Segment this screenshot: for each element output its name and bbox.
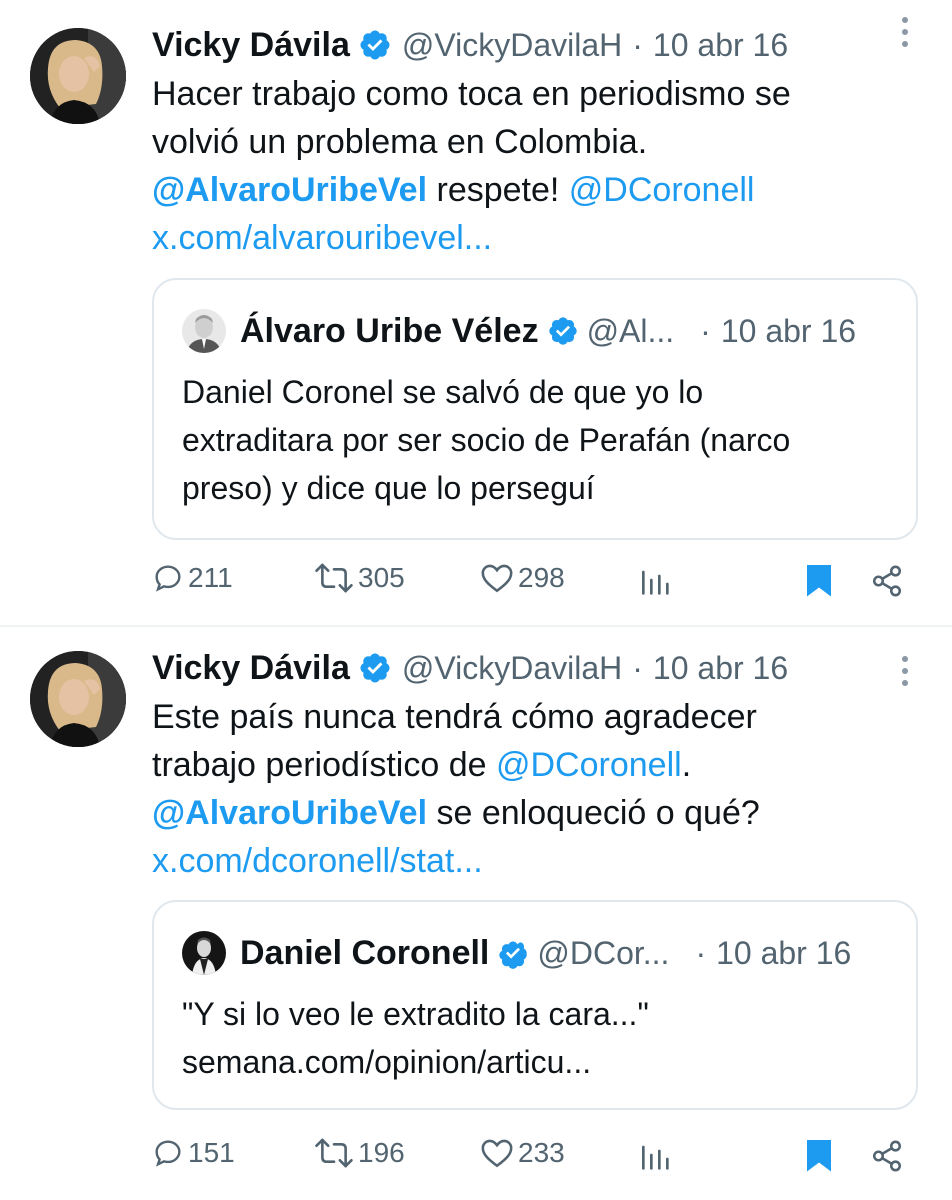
- quoted-text-line: "Y si lo veo le extradito la cara...": [182, 996, 649, 1032]
- quoted-tweet-date: 10 abr 16: [720, 312, 857, 349]
- tweet-date[interactable]: 10 abr 16: [653, 27, 788, 64]
- tweet-text-line: @AlvaroUribeVel se enloqueció o qué?: [152, 789, 922, 837]
- separator-dot: ·: [700, 312, 711, 349]
- analytics-icon: [642, 570, 669, 595]
- tweet[interactable]: Vicky Dávila @VickyDavilaH · 10 abr 16 H…: [0, 0, 952, 627]
- mention-link[interactable]: @DCoronell: [496, 746, 682, 784]
- tweet-text-fragment: trabajo periodístico de: [152, 746, 496, 784]
- quoted-author-handle: @DCor...: [537, 934, 670, 971]
- quoted-tweet-header: Álvaro Uribe Vélez @Al... · 10 abr 16: [182, 306, 890, 356]
- share-button[interactable]: [870, 564, 904, 598]
- reply-count: 151: [188, 1137, 235, 1168]
- verified-badge-icon: [360, 30, 390, 60]
- quoted-author-name: Álvaro Uribe Vélez: [240, 311, 539, 350]
- like-count: 298: [518, 562, 565, 593]
- quoted-tweet[interactable]: Daniel Coronell @DCor... · 10 abr 16 "Y …: [152, 900, 918, 1110]
- author-name[interactable]: Vicky Dávila: [152, 26, 350, 65]
- quoted-text-line: semana.com/opinion/articu...: [182, 1044, 592, 1080]
- quoted-author-avatar: [182, 309, 226, 353]
- separator-dot: ·: [632, 26, 643, 63]
- quoted-tweet-header: Daniel Coronell @DCor... · 10 abr 16: [182, 928, 890, 978]
- retweet-icon: [315, 1138, 353, 1168]
- analytics-button[interactable]: [638, 1139, 670, 1171]
- man-avatar-image: [182, 931, 226, 975]
- separator-dot: ·: [695, 934, 707, 971]
- retweet-icon: [315, 563, 353, 593]
- mention-link[interactable]: @AlvaroUribeVel: [152, 171, 427, 209]
- tweet-text-fragment: respete!: [427, 171, 569, 209]
- reply-button[interactable]: 211: [152, 562, 233, 594]
- verified-badge-icon: [499, 941, 528, 969]
- quoted-tweet-date: 10 abr 16: [716, 934, 852, 971]
- quoted-tweet-text: Daniel Coronel se salvó de que yo lo ext…: [182, 368, 892, 512]
- author-name[interactable]: Vicky Dávila: [152, 649, 350, 688]
- reply-icon: [155, 565, 181, 592]
- bookmark-button[interactable]: [804, 562, 834, 598]
- tweet-text-line: Este país nunca tendrá cómo agradecer: [152, 698, 757, 736]
- quoted-author-name: Daniel Coronell: [240, 933, 490, 972]
- retweet-count: 305: [358, 562, 405, 593]
- external-link[interactable]: x.com/alvarouribevel...: [152, 219, 492, 257]
- quoted-text-line: extraditara por ser socio de Perafán (na…: [182, 422, 791, 458]
- quoted-tweet-text: "Y si lo veo le extradito la cara..." se…: [182, 990, 892, 1086]
- heart-icon: [481, 564, 513, 593]
- bookmark-button[interactable]: [804, 1137, 834, 1173]
- woman-avatar-image: [30, 28, 126, 124]
- share-icon: [872, 1140, 902, 1172]
- man-avatar-image: [182, 309, 226, 353]
- like-button[interactable]: 233: [480, 1137, 565, 1169]
- tweet-text-line: volvió un problema en Colombia.: [152, 123, 648, 161]
- tweet-text-fragment: .: [681, 746, 692, 784]
- tweet-header: Vicky Dávila @VickyDavilaH · 10 abr 16: [152, 643, 922, 693]
- external-link[interactable]: x.com/dcoronell/stat...: [152, 842, 483, 880]
- author-avatar[interactable]: [30, 28, 126, 124]
- more-options-icon[interactable]: [890, 651, 920, 691]
- retweet-button[interactable]: 196: [312, 1137, 405, 1169]
- tweet-date[interactable]: 10 abr 16: [653, 650, 788, 687]
- share-icon: [872, 565, 902, 597]
- bookmark-filled-icon: [807, 565, 831, 597]
- bookmark-filled-icon: [807, 1140, 831, 1172]
- mention-link[interactable]: @AlvaroUribeVel: [152, 794, 427, 832]
- quoted-text-line: Daniel Coronel se salvó de que yo lo: [182, 374, 704, 410]
- heart-icon: [481, 1139, 513, 1168]
- tweet-header: Vicky Dávila @VickyDavilaH · 10 abr 16: [152, 20, 922, 70]
- mention-link[interactable]: @DCoronell: [569, 171, 755, 209]
- verified-badge-icon: [548, 317, 577, 345]
- woman-avatar-image: [30, 651, 126, 747]
- more-options-icon[interactable]: [890, 12, 920, 52]
- retweet-count: 196: [358, 1137, 405, 1168]
- tweet[interactable]: Vicky Dávila @VickyDavilaH · 10 abr 16 E…: [0, 627, 952, 1198]
- separator-dot: ·: [632, 649, 643, 686]
- like-count: 233: [518, 1137, 565, 1168]
- verified-badge-icon: [360, 653, 390, 683]
- author-avatar[interactable]: [30, 651, 126, 747]
- reply-icon: [155, 1140, 181, 1167]
- quoted-text-line: preso) y dice que lo perseguí: [182, 470, 595, 506]
- author-handle[interactable]: @VickyDavilaH: [402, 650, 622, 687]
- reply-count: 211: [188, 562, 233, 593]
- tweet-text-fragment: se enloqueció o qué?: [427, 794, 760, 832]
- quoted-tweet[interactable]: Álvaro Uribe Vélez @Al... · 10 abr 16 Da…: [152, 278, 918, 540]
- tweet-text: Este país nunca tendrá cómo agradecer tr…: [152, 693, 922, 885]
- like-button[interactable]: 298: [480, 562, 565, 594]
- analytics-button[interactable]: [638, 564, 670, 596]
- tweet-text-line: Hacer trabajo como toca en periodismo se: [152, 75, 791, 113]
- tweet-text-line: @AlvaroUribeVel respete! @DCoronell: [152, 166, 922, 214]
- quoted-author-avatar: [182, 931, 226, 975]
- retweet-button[interactable]: 305: [312, 562, 405, 594]
- analytics-icon: [642, 1145, 669, 1170]
- share-button[interactable]: [870, 1139, 904, 1173]
- tweet-text: Hacer trabajo como toca en periodismo se…: [152, 70, 922, 262]
- author-handle[interactable]: @VickyDavilaH: [402, 27, 622, 64]
- reply-button[interactable]: 151: [152, 1137, 235, 1169]
- tweet-text-line: trabajo periodístico de @DCoronell.: [152, 741, 922, 789]
- quoted-author-handle: @Al...: [586, 312, 675, 349]
